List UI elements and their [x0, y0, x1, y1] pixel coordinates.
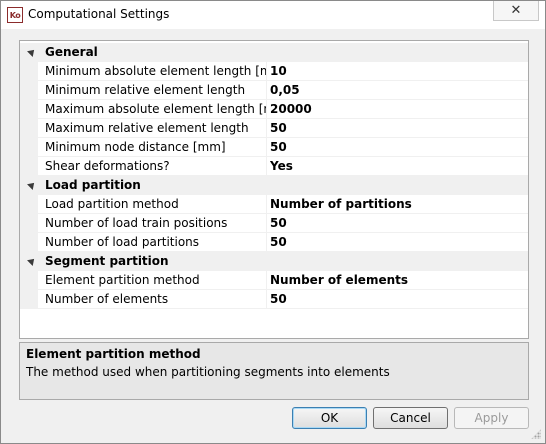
computational-settings-dialog: Ko Computational Settings ✕ General Mini…	[0, 0, 546, 444]
property-row[interactable]: Element partition method Number of eleme…	[20, 271, 528, 290]
column-divider	[266, 119, 267, 138]
column-divider	[266, 81, 267, 100]
collapse-triangle-icon[interactable]	[27, 256, 37, 266]
column-divider	[266, 100, 267, 119]
category-label: Segment partition	[45, 254, 169, 268]
collapse-triangle-icon[interactable]	[27, 47, 37, 57]
property-name: Element partition method	[45, 273, 200, 287]
column-divider	[266, 157, 267, 176]
property-grid: General Minimum absolute element length …	[19, 40, 529, 339]
property-value[interactable]: Number of elements	[270, 273, 526, 287]
property-row[interactable]: Load partition method Number of partitio…	[20, 195, 528, 214]
property-value[interactable]: 0,05	[270, 83, 526, 97]
property-value[interactable]: 10	[270, 64, 526, 78]
property-name: Maximum relative element length	[45, 121, 249, 135]
property-name: Number of load partitions	[45, 235, 200, 249]
property-value[interactable]: 50	[270, 235, 526, 249]
close-icon: ✕	[510, 3, 522, 18]
app-logo-icon: Ko	[7, 7, 23, 23]
column-divider	[266, 271, 267, 290]
category-label: Load partition	[45, 178, 141, 192]
property-value[interactable]: 50	[270, 140, 526, 154]
property-row[interactable]: Shear deformations? Yes	[20, 157, 528, 176]
apply-button[interactable]: Apply	[454, 407, 529, 429]
row-gutter	[20, 119, 38, 138]
column-divider	[266, 138, 267, 157]
row-gutter	[20, 233, 38, 252]
row-gutter	[20, 157, 38, 176]
title-bar: Ko Computational Settings ✕	[1, 1, 545, 29]
description-panel: Element partition method The method used…	[19, 342, 529, 400]
property-value[interactable]: 20000	[270, 102, 526, 116]
description-title: Element partition method	[26, 347, 201, 361]
property-row[interactable]: Number of load train positions 50	[20, 214, 528, 233]
category-load-partition[interactable]: Load partition	[20, 176, 528, 195]
property-row[interactable]: Minimum node distance [mm] 50	[20, 138, 528, 157]
property-row[interactable]: Number of elements 50	[20, 290, 528, 309]
category-segment-partition[interactable]: Segment partition	[20, 252, 528, 271]
property-value[interactable]: 50	[270, 216, 526, 230]
property-name: Number of load train positions	[45, 216, 228, 230]
property-value[interactable]: Number of partitions	[270, 197, 526, 211]
category-label: General	[45, 45, 98, 59]
property-name: Minimum node distance [mm]	[45, 140, 226, 154]
window-title: Computational Settings	[28, 7, 170, 21]
property-row[interactable]: Maximum relative element length 50	[20, 119, 528, 138]
property-row[interactable]: Number of load partitions 50	[20, 233, 528, 252]
cancel-button[interactable]: Cancel	[373, 407, 448, 429]
row-gutter	[20, 195, 38, 214]
row-gutter	[20, 100, 38, 119]
row-gutter	[20, 81, 38, 100]
property-row[interactable]: Maximum absolute element length [mm] 200…	[20, 100, 528, 119]
property-name: Load partition method	[45, 197, 179, 211]
column-divider	[266, 195, 267, 214]
description-text: The method used when partitioning segmen…	[26, 365, 390, 379]
row-gutter	[20, 290, 38, 309]
property-value[interactable]: Yes	[270, 159, 526, 173]
column-divider	[266, 214, 267, 233]
ok-button[interactable]: OK	[292, 407, 367, 429]
property-name: Minimum absolute element length [mm]	[45, 64, 267, 78]
property-name: Minimum relative element length	[45, 83, 246, 97]
row-gutter	[20, 138, 38, 157]
property-value[interactable]: 50	[270, 292, 526, 306]
property-name: Number of elements	[45, 292, 169, 306]
column-divider	[266, 233, 267, 252]
property-row[interactable]: Minimum relative element length 0,05	[20, 81, 528, 100]
column-divider	[266, 290, 267, 309]
property-value[interactable]: 50	[270, 121, 526, 135]
resize-grip-icon[interactable]	[531, 429, 541, 439]
category-general[interactable]: General	[20, 43, 528, 62]
row-gutter	[20, 271, 38, 290]
property-name: Maximum absolute element length [mm]	[45, 102, 267, 116]
property-row[interactable]: Minimum absolute element length [mm] 10	[20, 62, 528, 81]
close-button[interactable]: ✕	[493, 1, 539, 21]
property-name: Shear deformations?	[45, 159, 170, 173]
column-divider	[266, 62, 267, 81]
row-gutter	[20, 214, 38, 233]
row-gutter	[20, 62, 38, 81]
collapse-triangle-icon[interactable]	[27, 180, 37, 190]
